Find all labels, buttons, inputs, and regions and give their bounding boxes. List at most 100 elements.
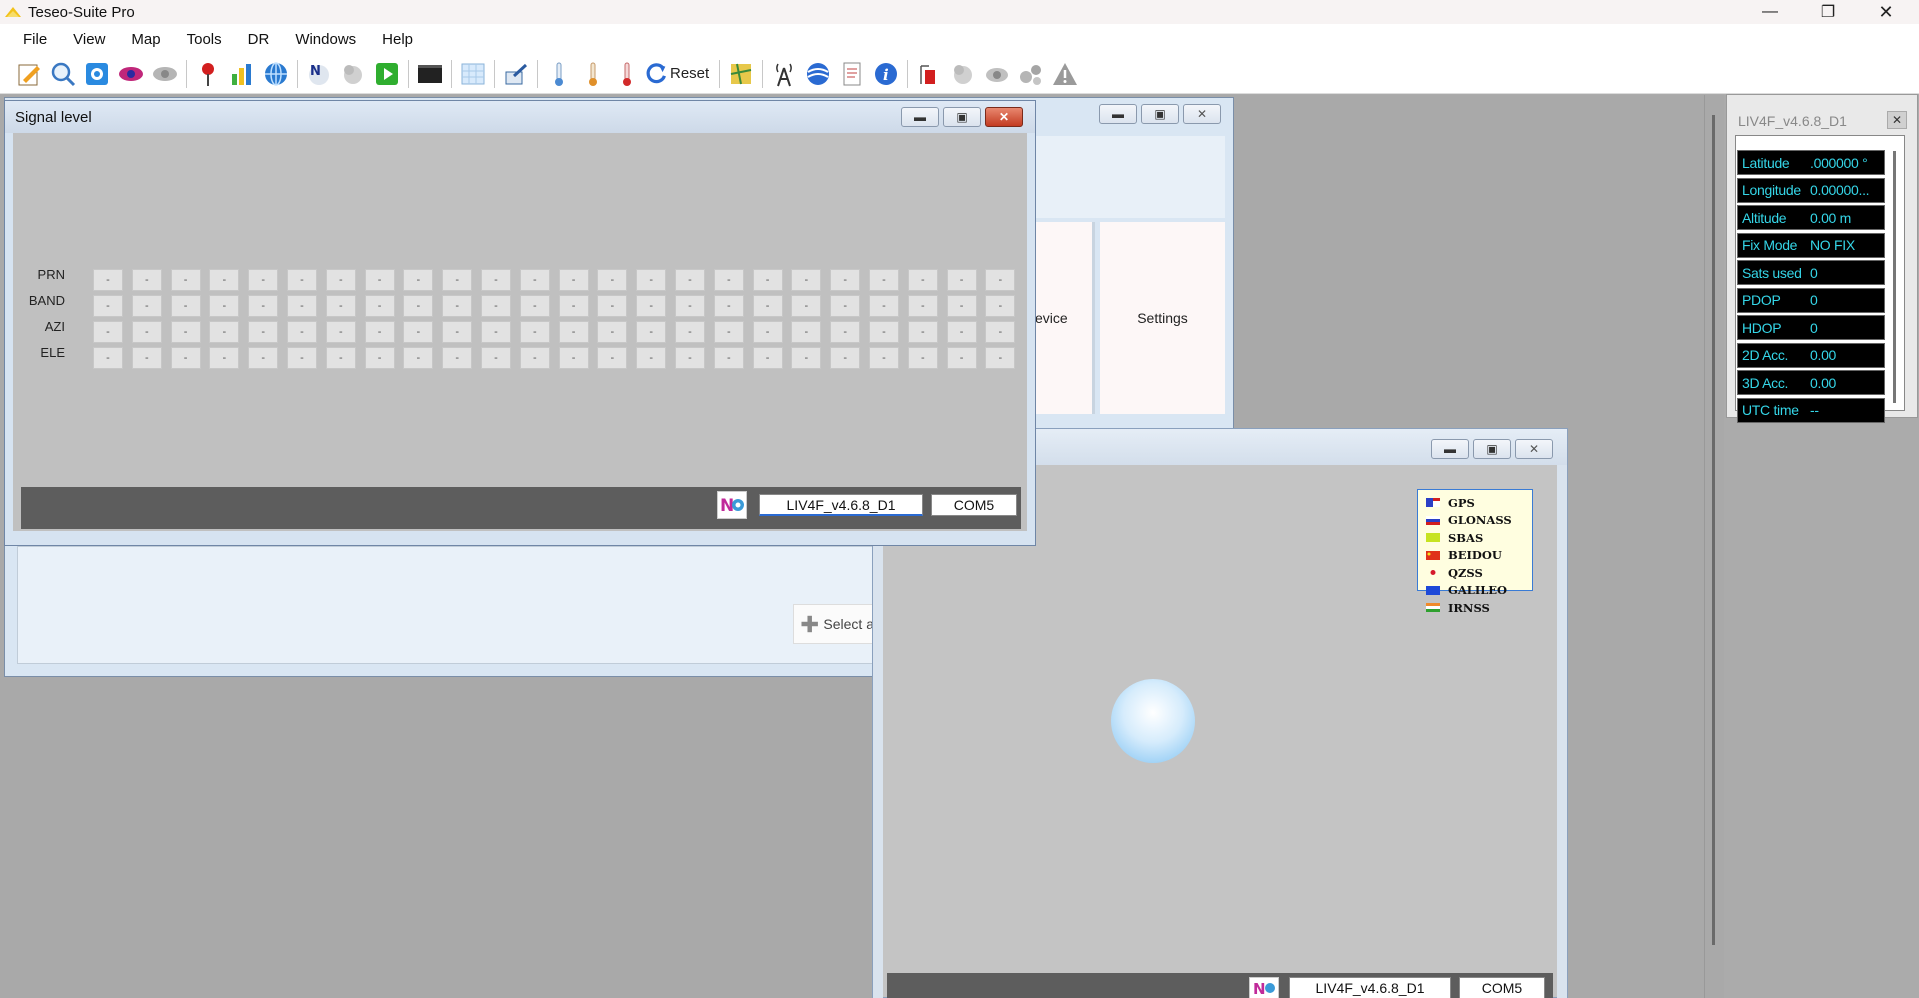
toolbar-separator bbox=[297, 59, 298, 88]
dashboard-header bbox=[1035, 136, 1225, 218]
menu-tools[interactable]: Tools bbox=[174, 31, 235, 48]
signal-cell-band: - bbox=[481, 295, 511, 317]
flag-swatch-icon bbox=[1426, 585, 1440, 595]
satellite-config-icon[interactable] bbox=[80, 57, 114, 91]
info-value: 0.00 bbox=[1810, 347, 1837, 363]
thermometer-mid-icon[interactable] bbox=[576, 57, 610, 91]
warning-icon[interactable] bbox=[1048, 57, 1082, 91]
info-key: Longitude bbox=[1742, 182, 1801, 198]
info-value: 0 bbox=[1810, 264, 1818, 281]
mdi-scrollbar[interactable] bbox=[1704, 95, 1724, 998]
signal-cell-band: - bbox=[364, 295, 395, 317]
signal-cell-prn: - bbox=[791, 269, 822, 291]
toolbar-separator bbox=[719, 59, 721, 88]
maximize-icon[interactable]: ▣ bbox=[1473, 439, 1511, 459]
device-tile-label: evice bbox=[1035, 310, 1068, 326]
minimize-icon[interactable]: ▬ bbox=[1099, 104, 1137, 124]
settings-tile[interactable]: Settings bbox=[1100, 222, 1225, 414]
edit-icon[interactable] bbox=[12, 57, 46, 91]
restore-icon[interactable]: ❐ bbox=[1799, 0, 1857, 24]
nmea-icon[interactable]: N bbox=[302, 57, 336, 91]
window-arrow-icon[interactable] bbox=[499, 57, 533, 91]
waves-icon[interactable] bbox=[801, 57, 835, 91]
map-grid-icon[interactable] bbox=[456, 57, 490, 91]
close-icon[interactable]: ✕ bbox=[985, 107, 1023, 127]
signal-cell-prn: - bbox=[131, 269, 162, 291]
signal-cell-band: - bbox=[985, 295, 1016, 317]
close-icon[interactable]: ✕ bbox=[1887, 111, 1907, 129]
maximize-icon[interactable]: ▣ bbox=[1141, 104, 1179, 124]
signal-cell-band: - bbox=[675, 295, 705, 317]
thermometer-low-icon[interactable] bbox=[542, 57, 576, 91]
terminal-icon[interactable] bbox=[413, 57, 447, 91]
signal-cell-band: - bbox=[519, 295, 550, 317]
signal-cell-azi: - bbox=[287, 321, 317, 343]
eye-n-icon[interactable] bbox=[114, 57, 148, 91]
dashboard-lower-pane bbox=[17, 546, 875, 664]
map-tools-icon[interactable] bbox=[724, 57, 758, 91]
gray-circle-icon[interactable] bbox=[946, 57, 980, 91]
bar-chart-icon[interactable] bbox=[225, 57, 259, 91]
flag-swatch-icon bbox=[1426, 533, 1440, 543]
close-icon[interactable]: ✕ bbox=[1183, 104, 1221, 124]
maximize-icon[interactable]: ▣ bbox=[943, 107, 981, 127]
signal-cell-band: - bbox=[442, 295, 473, 317]
flag-swatch-icon bbox=[1426, 568, 1440, 578]
close-icon[interactable]: ✕ bbox=[1857, 0, 1915, 24]
menu-map[interactable]: Map bbox=[118, 31, 173, 48]
thermometer-high-icon[interactable] bbox=[610, 57, 644, 91]
document-icon[interactable] bbox=[835, 57, 869, 91]
eye-signal-icon[interactable] bbox=[980, 57, 1014, 91]
signal-cell-prn: - bbox=[364, 269, 395, 291]
device-tile[interactable]: evice bbox=[1035, 222, 1095, 414]
reset-button[interactable]: Reset bbox=[670, 65, 709, 82]
close-icon[interactable]: ✕ bbox=[1515, 439, 1553, 459]
com-port-field: COM5 bbox=[931, 494, 1017, 516]
minimize-icon[interactable]: ▬ bbox=[1431, 439, 1469, 459]
menu-dr[interactable]: DR bbox=[235, 31, 283, 48]
signal-cell-band: - bbox=[830, 295, 861, 317]
signal-cell-band: - bbox=[907, 295, 938, 317]
signal-cell-azi: - bbox=[170, 321, 201, 343]
reset-icon[interactable] bbox=[644, 57, 670, 91]
signal-cell-prn: - bbox=[597, 269, 628, 291]
signal-cell-ele: - bbox=[985, 347, 1016, 369]
eye-gray-icon[interactable] bbox=[148, 57, 182, 91]
antenna-icon[interactable] bbox=[767, 57, 801, 91]
signal-cell-azi: - bbox=[248, 321, 279, 343]
globe-icon[interactable] bbox=[259, 57, 293, 91]
scrollbar-thumb[interactable] bbox=[1712, 115, 1715, 945]
signal-cell-band: - bbox=[752, 295, 783, 317]
signal-cell-ele: - bbox=[481, 347, 511, 369]
menu-file[interactable]: File bbox=[10, 31, 60, 48]
info-icon[interactable]: i bbox=[869, 57, 903, 91]
minimize-icon[interactable]: ▬ bbox=[901, 107, 939, 127]
bubbles-icon[interactable] bbox=[1014, 57, 1048, 91]
search-icon[interactable] bbox=[46, 57, 80, 91]
info-panel-scrollbar[interactable] bbox=[1893, 151, 1896, 403]
legend-irnss: IRNSS bbox=[1426, 599, 1524, 617]
map-pin-icon[interactable] bbox=[191, 57, 225, 91]
select-button[interactable]: Select a bbox=[793, 604, 875, 644]
signal-cell-ele: - bbox=[248, 347, 279, 369]
signal-cell-azi: - bbox=[131, 321, 162, 343]
minimize-icon[interactable]: — bbox=[1741, 0, 1799, 24]
signal-cell-band: - bbox=[636, 295, 667, 317]
signal-cell-azi: - bbox=[713, 321, 744, 343]
signal-cell-ele: - bbox=[170, 347, 201, 369]
legend-glonass: GLONASS bbox=[1426, 512, 1524, 530]
signal-level-window: Signal level ▬ ▣ ✕ PRN - - - - - - - - - - - - - - - - - -… bbox=[4, 100, 1036, 546]
app-titlebar: Teseo-Suite Pro bbox=[0, 0, 1919, 24]
legend-beidou: BEIDOU bbox=[1426, 547, 1524, 565]
menu-help[interactable]: Help bbox=[369, 31, 426, 48]
play-icon[interactable] bbox=[370, 57, 404, 91]
info-key: Latitude bbox=[1742, 154, 1790, 171]
nmea-gray-icon[interactable] bbox=[336, 57, 370, 91]
toolbar-separator bbox=[907, 59, 909, 88]
info-value: 0 bbox=[1810, 292, 1818, 308]
com-port-field: COM5 bbox=[1459, 977, 1545, 998]
device-red-icon[interactable] bbox=[912, 57, 946, 91]
menu-view[interactable]: View bbox=[60, 31, 118, 48]
menu-windows[interactable]: Windows bbox=[282, 31, 369, 48]
signal-cell-band: - bbox=[597, 295, 628, 317]
